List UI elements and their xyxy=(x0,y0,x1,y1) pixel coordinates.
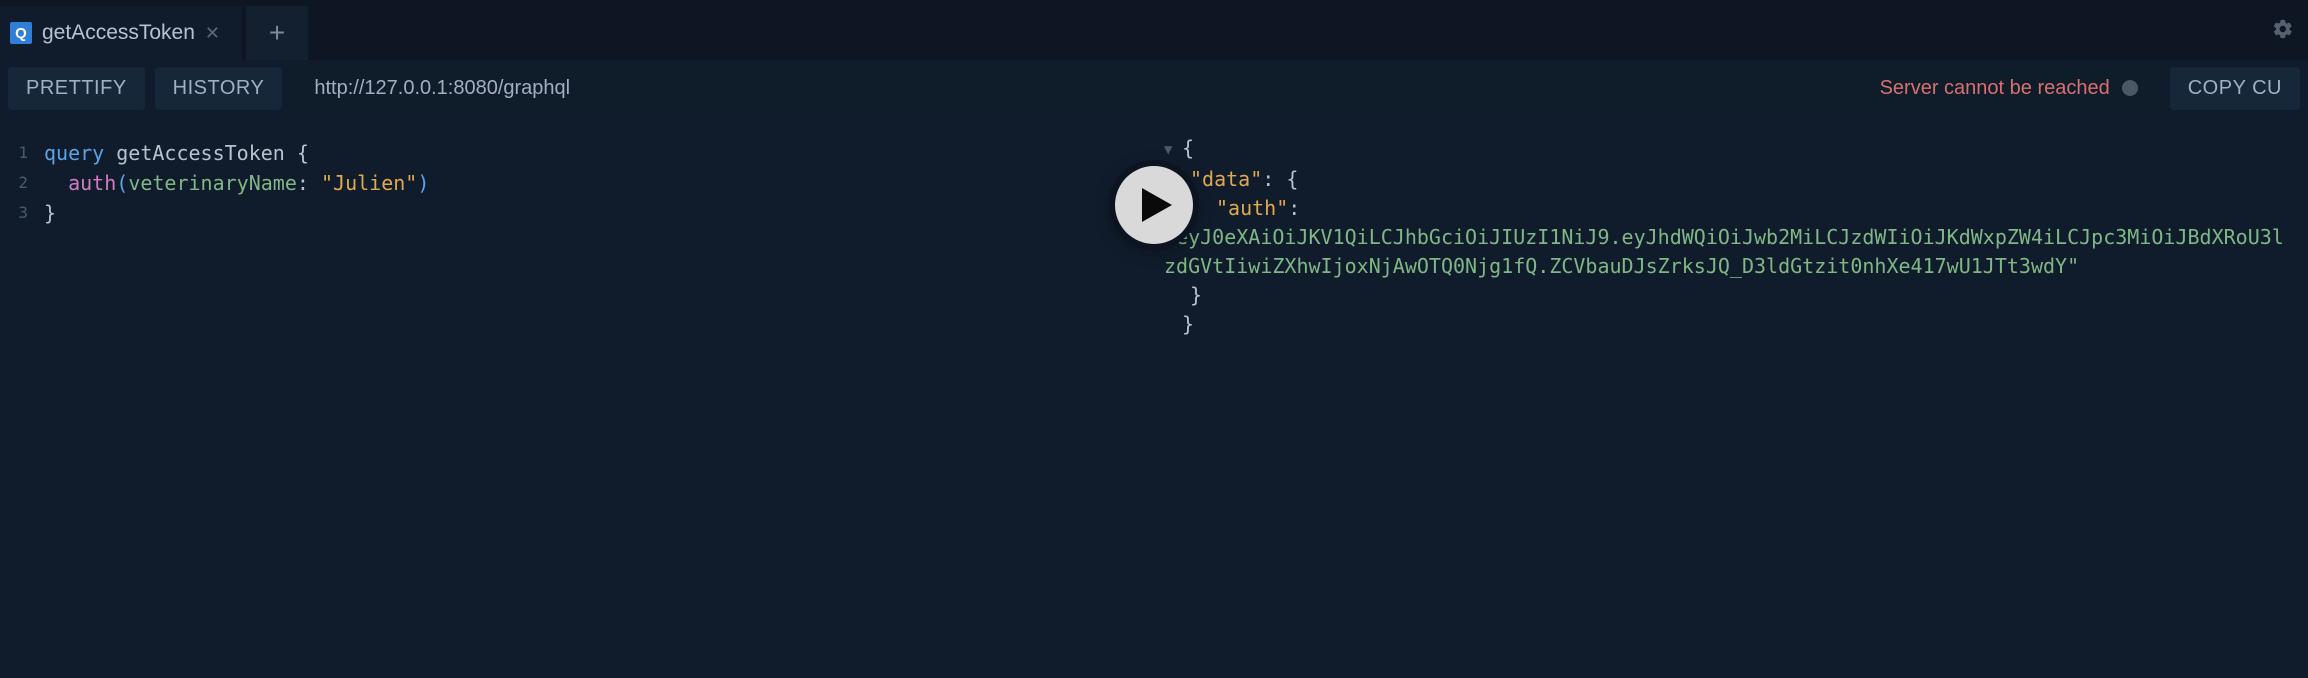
server-status-indicator-icon xyxy=(2122,80,2138,96)
query-editor-pane: 123 query getAccessToken { auth(veterina… xyxy=(0,116,1154,678)
execute-button[interactable] xyxy=(1115,166,1193,244)
keyword-query: query xyxy=(44,141,104,165)
toolbar: PRETTIFY HISTORY Server cannot be reache… xyxy=(0,60,2308,116)
operation-type-badge: Q xyxy=(10,22,32,44)
settings-icon[interactable] xyxy=(2272,18,2294,46)
history-button[interactable]: HISTORY xyxy=(155,67,283,110)
close-tab-icon[interactable]: ✕ xyxy=(205,23,220,44)
json-key-auth: "auth" xyxy=(1216,196,1288,220)
fold-toggle-icon[interactable]: ▼ xyxy=(1164,136,1178,165)
operation-name: getAccessToken xyxy=(116,141,285,165)
endpoint-url-input[interactable] xyxy=(314,77,1226,100)
tab-getaccesstoken[interactable]: Q getAccessToken ✕ xyxy=(0,6,242,60)
query-editor[interactable]: query getAccessToken { auth(veterinaryNa… xyxy=(32,116,1154,250)
tab-strip: Q getAccessToken ✕ + xyxy=(0,0,308,60)
titlebar: Q getAccessToken ✕ + xyxy=(0,0,2308,60)
server-status-text: Server cannot be reached xyxy=(1880,77,2110,100)
endpoint-url-box: Server cannot be reached xyxy=(292,68,2159,108)
arg-name: veterinaryName xyxy=(128,171,297,195)
new-tab-button[interactable]: + xyxy=(246,6,308,60)
prettify-button[interactable]: PRETTIFY xyxy=(8,67,145,110)
server-status: Server cannot be reached xyxy=(1880,77,2138,100)
response-pane: ▼{"data": {"auth":"eyJ0eXAiOiJKV1QiLCJhb… xyxy=(1154,116,2308,678)
tab-title: getAccessToken xyxy=(42,21,195,45)
main-area: 123 query getAccessToken { auth(veterina… xyxy=(0,116,2308,678)
json-key-data: "data" xyxy=(1190,167,1262,191)
response-viewer[interactable]: ▼{"data": {"auth":"eyJ0eXAiOiJKV1QiLCJhb… xyxy=(1154,116,2308,357)
copy-curl-button[interactable]: COPY CU xyxy=(2170,67,2300,110)
arg-value: "Julien" xyxy=(321,171,417,195)
line-gutter: 123 xyxy=(0,116,28,228)
field-auth: auth xyxy=(68,171,116,195)
json-value-token: "eyJ0eXAiOiJKV1QiLCJhbGciOiJIUzI1NiJ9.ey… xyxy=(1164,225,2284,278)
